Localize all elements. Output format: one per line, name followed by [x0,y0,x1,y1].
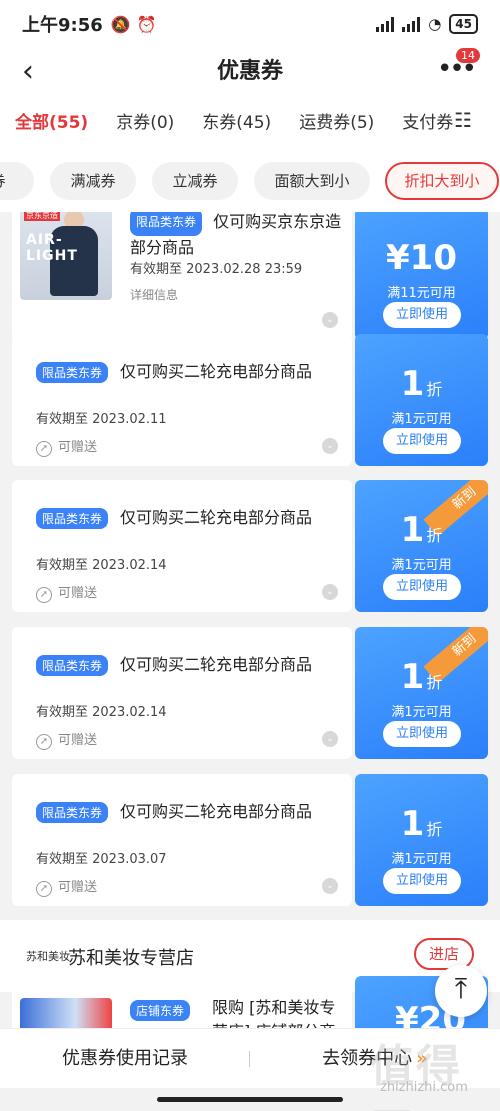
status-time: 上午9:56 [22,15,103,36]
coupon-title: 仅可购买二轮充电部分商品 [120,508,313,527]
share-icon: ➚ [36,734,52,750]
coupon-value-panel: ¥10 满11元可用 立即使用 [355,212,488,340]
coupon-card: 限品类东券 仅可购买二轮充电部分商品 有效期至 2023.03.07 ➚ 可赠送 ⌄… [12,774,488,906]
chevron-down-icon[interactable]: ⌄ [322,584,338,600]
coupon-tag: 限品类东券 [130,212,203,236]
coupon-records-button[interactable]: 优惠券使用记录 [0,1029,250,1089]
use-now-button[interactable]: 立即使用 [383,302,461,328]
coupon-expiry: 有效期至 2023.02.14 [36,558,167,573]
watermark-logo: 值得买 [370,1041,462,1111]
list-menu-icon[interactable]: ☷ [454,108,472,132]
back-icon[interactable]: ‹ [22,54,34,89]
coupon-title: 仅可购买二轮充电部分商品 [120,362,313,381]
coupon-amount: ¥10 [386,238,457,278]
chevron-down-icon[interactable]: ⌄ [322,878,338,894]
coupon-condition: 满1元可用 [391,705,452,720]
use-now-button[interactable]: 立即使用 [383,574,461,600]
tab-all[interactable]: 全部(55) [15,108,88,133]
coupon-condition: 满1元可用 [391,852,452,867]
coupon-tag: 限品类东券 [36,362,109,383]
coupon-list: 京东京造 AIR-LIGHT 限品类东券 仅可购买京东京造部分商品 有效期至 2… [0,212,500,1032]
product-image [20,998,112,1032]
tab-jing[interactable]: 京券(0) [116,108,174,133]
coupon-expiry: 有效期至 2023.02.28 23:59 [130,262,303,277]
status-bar: 上午9:56 🔕 ⏰ ◔ 45 [0,0,500,48]
coupon-card: 店铺东券 限购 [苏和美妆专营店] 店铺部分商品 ¥20 [12,976,488,1032]
coupon-card: 京东京造 AIR-LIGHT 限品类东券 仅可购买京东京造部分商品 有效期至 2… [12,212,488,340]
gift-label: 可赠送 [58,733,98,748]
coupon-tag: 限品类东券 [36,802,109,823]
coupon-value-panel: 新到 1折 满1元可用 立即使用 [355,627,488,759]
nav-bar: ‹ 优惠券 ••• 14 [0,48,500,90]
coupon-condition: 满1元可用 [391,412,452,427]
chip-discount-desc[interactable]: 折扣大到小 [385,162,499,200]
coupon-tag: 店铺东券 [130,1000,191,1021]
coupon-unit: 折 [426,526,443,545]
chevron-down-icon[interactable]: ⌄ [322,312,338,328]
share-icon: ➚ [36,441,52,457]
shop-name: 苏和美妆专营店 [68,948,194,969]
mute-icon: 🔕 [110,14,131,34]
coupon-title: 仅可购买二轮充电部分商品 [120,802,313,821]
coupon-card: 限品类东券 仅可购买二轮充电部分商品 有效期至 2023.02.14 ➚ 可赠送 ⌄… [12,480,488,612]
tab-dong[interactable]: 东券(45) [202,108,271,133]
coupon-card: 限品类东券 仅可购买二轮充电部分商品 有效期至 2023.02.14 ➚ 可赠送 ⌄… [12,627,488,759]
alarm-icon: ⏰ [136,14,157,34]
watermark-url: zhizhizhi.com [380,1080,468,1095]
coupon-condition: 满1元可用 [391,558,452,573]
coupon-unit: 折 [426,820,443,839]
detail-link[interactable]: 详细信息 [130,286,178,303]
coupon-tabs: 全部(55) 京券(0) 东券(45) 运费券(5) 支付券 ☷ [0,90,500,150]
chevron-down-icon[interactable]: ⌄ [322,438,338,454]
coupon-amount: 1 [400,510,425,550]
use-now-button[interactable]: 立即使用 [383,721,461,747]
coupon-value-panel: 新到 1折 满1元可用 立即使用 [355,480,488,612]
coupon-tag: 限品类东券 [36,655,109,676]
filter-chips: 券 满减券 立减券 面额大到小 折扣大到小 [0,150,500,212]
coupon-amount: 1 [400,657,425,697]
signal-icon [402,16,421,32]
coupon-expiry: 有效期至 2023.03.07 [36,852,167,867]
coupon-unit: 折 [426,673,443,692]
signal-icon [376,16,395,32]
chip-direct-reduction[interactable]: 立减券 [152,162,238,200]
coupon-title: 限购 [苏和美妆专营店] 店铺部分商品 [212,998,336,1032]
page-title: 优惠券 [216,59,283,84]
gift-label: 可赠送 [58,586,98,601]
share-icon: ➚ [36,587,52,603]
back-to-top-button[interactable]: ⤒ [435,965,487,1017]
wifi-icon: ◔ [428,15,442,33]
coupon-value-panel: 1折 满1元可用 立即使用 [355,774,488,906]
coupon-card: 限品类东券 仅可购买二轮充电部分商品 有效期至 2023.02.11 ➚ 可赠送 ⌄… [12,334,488,466]
coupon-value-panel: 1折 满1元可用 立即使用 [355,334,488,466]
tab-payment[interactable]: 支付券 [402,108,453,133]
coupon-tag: 限品类东券 [36,508,109,529]
use-now-button[interactable]: 立即使用 [383,868,461,894]
use-now-button[interactable]: 立即使用 [383,428,461,454]
coupon-expiry: 有效期至 2023.02.14 [36,705,167,720]
gift-label: 可赠送 [58,440,98,455]
coupon-condition: 满11元可用 [387,286,456,301]
share-icon: ➚ [36,881,52,897]
arrow-up-icon: ⤒ [454,972,468,1005]
chip-amount-desc[interactable]: 面额大到小 [254,162,370,200]
message-badge: 14 [456,48,480,63]
coupon-title: 仅可购买二轮充电部分商品 [120,655,313,674]
battery-icon: 45 [449,14,478,34]
coupon-amount: 1 [400,364,425,404]
home-indicator[interactable] [157,1097,343,1102]
gift-label: 可赠送 [58,880,98,895]
chevron-down-icon[interactable]: ⌄ [322,731,338,747]
coupon-expiry: 有效期至 2023.02.11 [36,412,167,427]
coupon-unit: 折 [426,380,443,399]
shop-logo: 苏和美妆 [26,950,70,963]
product-image: 京东京造 AIR-LIGHT [20,212,112,300]
tab-shipping[interactable]: 运费券(5) [299,108,374,133]
chip-partial[interactable]: 券 [0,162,34,200]
chip-full-reduction[interactable]: 满减券 [50,162,136,200]
coupon-amount: 1 [400,804,425,844]
